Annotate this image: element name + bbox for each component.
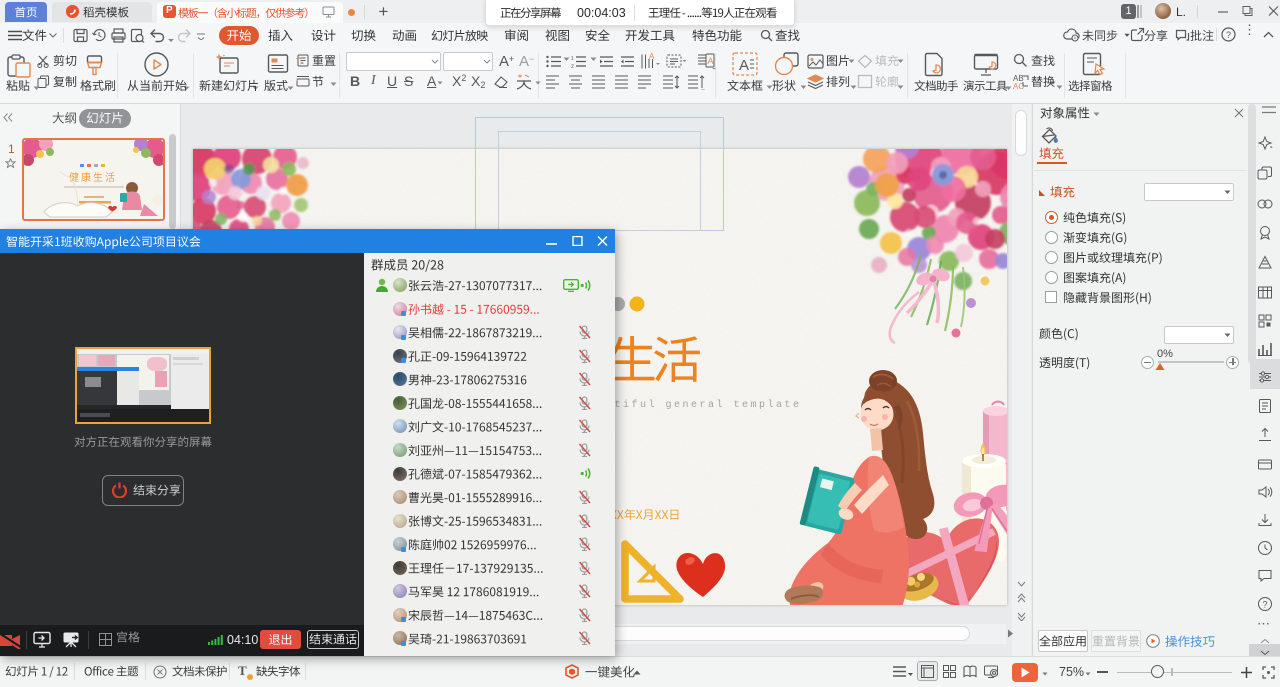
svg-text:A: A xyxy=(739,57,749,74)
svg-text:2: 2 xyxy=(571,64,574,68)
svg-text:?: ? xyxy=(1262,600,1267,610)
svg-text:A: A xyxy=(649,53,655,61)
svg-text:1: 1 xyxy=(571,56,574,62)
svg-text:?: ? xyxy=(1226,30,1231,40)
svg-text:A: A xyxy=(708,56,714,66)
svg-text:健康生活: 健康生活 xyxy=(69,171,117,184)
